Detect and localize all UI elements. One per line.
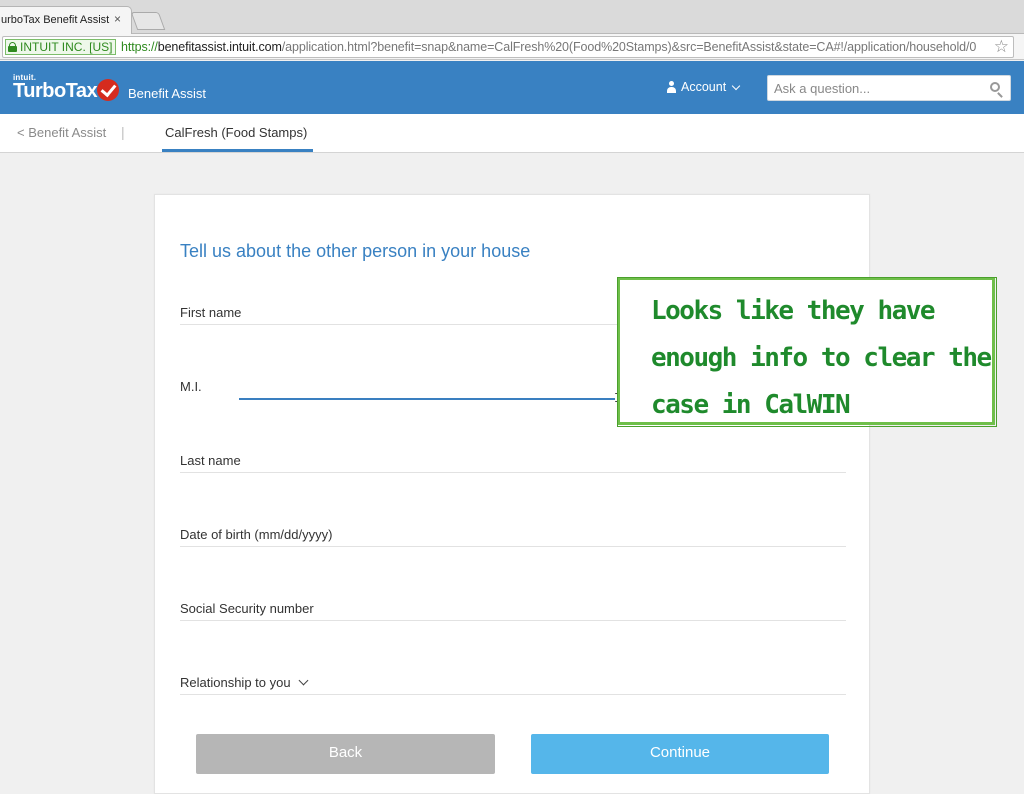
ev-certificate-badge[interactable]: INTUIT INC. [US]	[5, 39, 117, 55]
ev-certificate-label: INTUIT INC. [US]	[20, 39, 113, 54]
annotation-text: Looks like they have enough info to clea…	[651, 296, 992, 420]
relationship-label: Relationship to you	[180, 675, 309, 690]
account-label: Account	[681, 80, 727, 94]
search-input[interactable]	[774, 79, 974, 97]
back-to-benefit-assist-link[interactable]: < Benefit Assist	[17, 125, 106, 140]
last-name-field[interactable]: Last name	[180, 443, 846, 473]
turbotax-wordmark: TurboTax	[13, 80, 98, 102]
checkmark-icon	[97, 79, 119, 101]
search-icon[interactable]	[990, 82, 1000, 92]
url-text[interactable]: https://benefitassist.intuit.com/applica…	[121, 40, 976, 54]
browser-toolbar: INTUIT INC. [US] https://benefitassist.i…	[0, 34, 1024, 60]
middle-initial-input[interactable]	[180, 369, 240, 399]
url-host: benefitassist.intuit.com	[157, 40, 282, 54]
middle-initial-field[interactable]: M.I.	[180, 369, 240, 399]
browser-tab[interactable]: urboTax Benefit Assist ×	[0, 6, 132, 34]
middle-initial-focus-underline	[239, 398, 615, 400]
ssn-field[interactable]: Social Security number	[180, 591, 846, 621]
chevron-down-icon	[731, 81, 741, 90]
relationship-label-text: Relationship to you	[180, 675, 291, 690]
last-name-input[interactable]	[180, 443, 846, 473]
app-header: intuit. TurboTax Benefit Assist Account	[0, 61, 1024, 114]
back-button[interactable]: Back	[196, 734, 495, 774]
chevron-down-icon	[298, 675, 309, 686]
new-tab-button[interactable]	[130, 12, 166, 30]
close-tab-icon[interactable]: ×	[114, 13, 121, 25]
tab-calfresh[interactable]: CalFresh (Food Stamps)	[162, 114, 313, 152]
search-box	[767, 75, 1011, 101]
url-scheme: https://	[121, 40, 158, 54]
address-bar[interactable]: INTUIT INC. [US] https://benefitassist.i…	[2, 36, 1014, 58]
lock-icon	[8, 42, 17, 52]
person-icon	[666, 81, 677, 93]
date-of-birth-field[interactable]: Date of birth (mm/dd/yyyy)	[180, 517, 846, 547]
date-of-birth-input[interactable]	[180, 517, 846, 547]
product-name: Benefit Assist	[128, 86, 207, 101]
url-path: /application.html?benefit=snap&name=CalF…	[281, 40, 977, 54]
form-title: Tell us about the other person in your h…	[180, 241, 531, 261]
browser-tab-strip: urboTax Benefit Assist ×	[0, 0, 1024, 34]
account-menu[interactable]: Account	[666, 80, 741, 94]
bookmark-star-icon[interactable]: ☆	[994, 37, 1009, 57]
ssn-input[interactable]	[180, 591, 846, 621]
nav-separator: |	[121, 124, 125, 140]
annotation-callout: Looks like they have enough info to clea…	[617, 277, 997, 427]
browser-tab-title: urboTax Benefit Assist	[1, 14, 110, 26]
sub-navigation: < Benefit Assist | CalFresh (Food Stamps…	[0, 114, 1024, 153]
continue-button[interactable]: Continue	[531, 734, 829, 774]
relationship-dropdown[interactable]: Relationship to you	[180, 665, 846, 695]
